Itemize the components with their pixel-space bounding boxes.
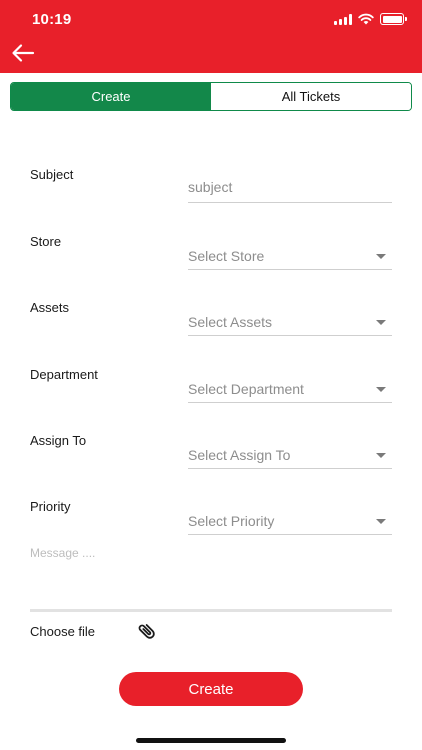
priority-row: Priority Select Priority — [30, 499, 392, 539]
assign-to-label: Assign To — [30, 433, 87, 448]
caret-down-icon — [376, 453, 386, 458]
assets-dropdown[interactable]: Select Assets — [188, 310, 392, 336]
store-label: Store — [30, 234, 62, 249]
subject-row: Subject — [30, 167, 392, 207]
assets-row: Assets Select Assets — [30, 300, 392, 340]
subject-input[interactable] — [188, 179, 392, 195]
priority-label: Priority — [30, 499, 71, 514]
signal-icon — [334, 13, 352, 25]
battery-icon — [380, 13, 407, 25]
message-input[interactable] — [30, 546, 392, 610]
wifi-icon — [358, 13, 374, 25]
subject-field — [188, 177, 392, 203]
assign-to-row: Assign To Select Assign To — [30, 433, 392, 473]
assign-to-dropdown[interactable]: Select Assign To — [188, 443, 392, 469]
create-button[interactable]: Create — [119, 672, 303, 706]
store-row: Store Select Store — [30, 234, 392, 274]
priority-dropdown-value: Select Priority — [188, 513, 275, 529]
assets-dropdown-value: Select Assets — [188, 314, 273, 330]
priority-dropdown[interactable]: Select Priority — [188, 509, 392, 535]
department-dropdown-value: Select Department — [188, 381, 304, 397]
home-indicator — [136, 738, 286, 743]
subject-label: Subject — [30, 167, 74, 182]
assets-label: Assets — [30, 300, 70, 315]
assign-to-dropdown-value: Select Assign To — [188, 447, 291, 463]
department-row: Department Select Department — [30, 367, 392, 407]
paperclip-icon[interactable] — [134, 620, 160, 642]
caret-down-icon — [376, 387, 386, 392]
department-label: Department — [30, 367, 98, 382]
store-dropdown[interactable]: Select Store — [188, 244, 392, 270]
choose-file-label: Choose file — [30, 624, 96, 639]
caret-down-icon — [376, 254, 386, 259]
department-dropdown[interactable]: Select Department — [188, 377, 392, 403]
status-icons — [334, 13, 407, 25]
caret-down-icon — [376, 320, 386, 325]
tab-create[interactable]: Create — [11, 83, 211, 110]
tab-all-tickets[interactable]: All Tickets — [211, 83, 411, 110]
store-dropdown-value: Select Store — [188, 248, 265, 264]
ticket-tabs: Create All Tickets — [10, 82, 412, 111]
message-divider — [30, 609, 392, 612]
caret-down-icon — [376, 519, 386, 524]
back-arrow-icon[interactable] — [10, 42, 36, 64]
status-time: 10:19 — [32, 11, 72, 28]
app-bar: 10:19 — [0, 0, 422, 73]
